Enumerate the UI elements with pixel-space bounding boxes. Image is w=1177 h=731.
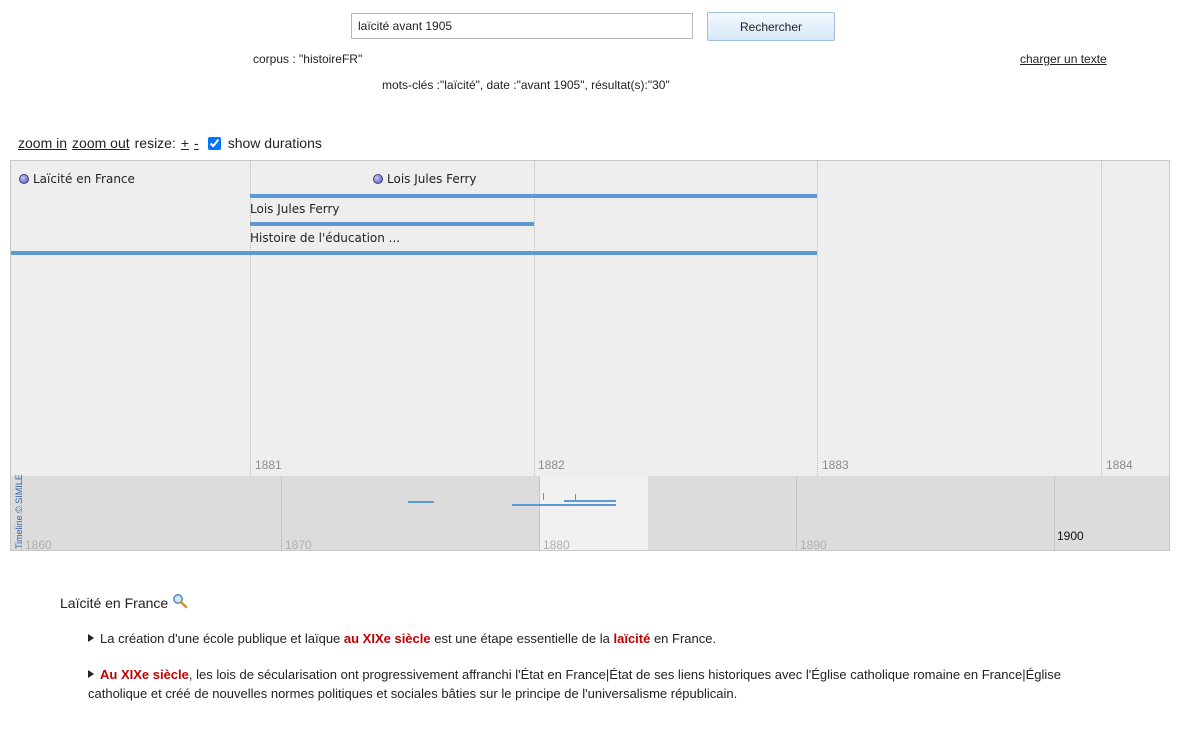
tick-label: 1883 (822, 458, 849, 472)
duration-bar[interactable] (250, 194, 817, 198)
detail-text: est une étape essentielle de la (430, 631, 614, 646)
overview-duration-bar (408, 501, 434, 503)
tick-label: 1882 (538, 458, 565, 472)
gridline (817, 161, 818, 476)
overview-tick-label: 1870 (285, 538, 312, 551)
overview-current-year: 1900 (1057, 529, 1084, 543)
gridline (1101, 161, 1102, 476)
detail-text: en France. (650, 631, 717, 646)
keywords-summary: mots-clés :"laïcité", date :"avant 1905"… (382, 78, 670, 92)
tick-label: 1881 (255, 458, 282, 472)
overview-tick-label: 1880 (543, 538, 570, 551)
resize-label: resize: (134, 135, 176, 151)
timeline-overview-band[interactable]: 1860 1870 1880 1890 (11, 476, 1169, 550)
bullet-triangle-icon (88, 670, 94, 678)
load-text-link[interactable]: charger un texte (1020, 52, 1107, 66)
highlight-term: laïcité (613, 631, 651, 646)
zoom-out-link[interactable]: zoom out (72, 135, 130, 151)
duration-label[interactable]: Lois Jules Ferry (250, 202, 340, 216)
gridline (1054, 476, 1055, 550)
zoom-in-link[interactable]: zoom in (18, 135, 67, 151)
corpus-label: corpus : "histoireFR" (253, 52, 363, 66)
gridline (539, 476, 540, 550)
simile-copyright: Timeline © SIMILE (14, 474, 24, 549)
details-title: Laïcité en France (60, 593, 188, 612)
overview-duration-bar (512, 504, 616, 506)
overview-event-tick (575, 494, 576, 501)
gridline (534, 161, 535, 476)
event-label: Laïcité en France (33, 172, 135, 186)
detail-text: , les lois de sécularisation ont progres… (88, 667, 1061, 701)
timeline-toolbar: zoom in zoom out resize: + - show durati… (18, 135, 322, 151)
magnifier-icon[interactable] (172, 593, 188, 612)
duration-label[interactable]: Histoire de l'éducation ... (250, 231, 400, 245)
overview-event-tick (543, 493, 544, 500)
duration-bar[interactable] (11, 251, 817, 255)
detail-text: La création d'une école publique et laïq… (100, 631, 344, 646)
timeline[interactable]: 1881 1882 1883 1884 Laïcité en France Lo… (10, 160, 1170, 551)
search-input[interactable] (351, 13, 693, 39)
event-dot-icon (373, 174, 383, 184)
details-title-text: Laïcité en France (60, 594, 169, 611)
tick-label: 1884 (1106, 458, 1133, 472)
show-durations-checkbox[interactable] (207, 136, 221, 150)
timeline-upper-band[interactable]: 1881 1882 1883 1884 Laïcité en France Lo… (11, 161, 1169, 476)
detail-item: La création d'une école publique et laïq… (88, 629, 1098, 648)
resize-minus-link[interactable]: - (194, 135, 199, 151)
event-lois-jules-ferry[interactable]: Lois Jules Ferry (373, 172, 477, 186)
overview-tick-label: 1860 (25, 538, 52, 551)
event-laicite-en-france[interactable]: Laïcité en France (19, 172, 135, 186)
show-durations-label: show durations (227, 135, 322, 151)
event-dot-icon (19, 174, 29, 184)
event-label: Lois Jules Ferry (387, 172, 477, 186)
search-button[interactable]: Rechercher (707, 12, 835, 41)
gridline (796, 476, 797, 550)
overview-duration-bar (564, 500, 616, 502)
bullet-triangle-icon (88, 634, 94, 642)
resize-plus-link[interactable]: + (181, 135, 189, 151)
highlight-term: au XIXe siècle (343, 631, 431, 646)
overview-tick-label: 1890 (800, 538, 827, 551)
highlight-term: Au XIXe siècle (100, 667, 189, 682)
detail-item: Au XIXe siècle, les lois de sécularisati… (88, 665, 1098, 703)
gridline (281, 476, 282, 550)
duration-bar[interactable] (250, 222, 534, 226)
